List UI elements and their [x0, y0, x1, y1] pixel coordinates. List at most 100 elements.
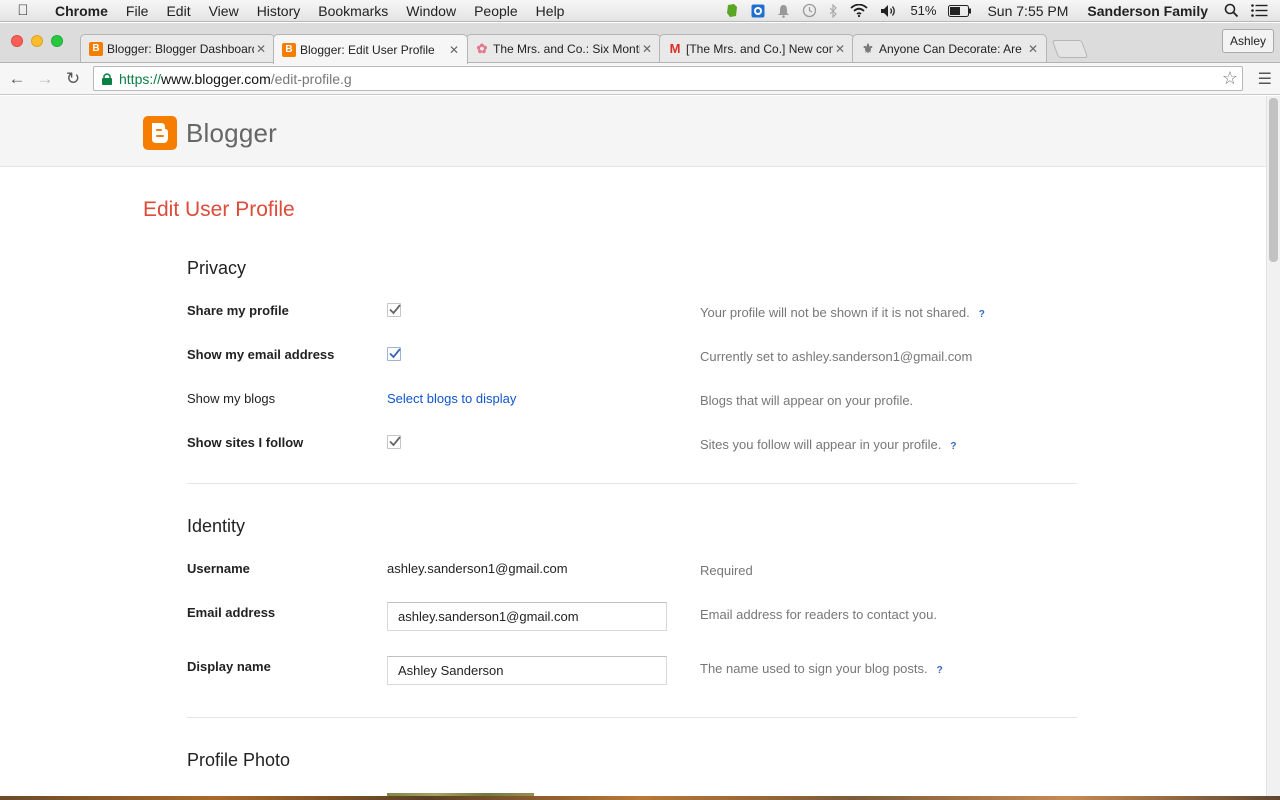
- share-profile-help: Your profile will not be shown if it is …: [700, 305, 985, 320]
- tab-gmail-comment[interactable]: M [The Mrs. and Co.] New comment ✕: [659, 34, 854, 62]
- checkmark-icon: [389, 436, 401, 447]
- page-title: Edit User Profile: [143, 198, 295, 221]
- url-path: /edit-profile.g: [270, 70, 352, 87]
- page-content: Blogger Edit User Profile Privacy Share …: [0, 96, 1266, 800]
- blogger-icon: B: [89, 41, 103, 56]
- teamviewer-icon[interactable]: [745, 4, 771, 18]
- show-sites-help-text: Sites you follow will appear in your pro…: [700, 437, 942, 452]
- forward-arrow-icon[interactable]: →: [31, 69, 59, 89]
- share-profile-help-text: Your profile will not be shown if it is …: [700, 305, 970, 320]
- bluetooth-icon[interactable]: [823, 3, 844, 18]
- desktop-wallpaper: [0, 796, 1280, 800]
- privacy-heading: Privacy: [187, 258, 247, 278]
- tab-blogger-dashboard[interactable]: B Blogger: Blogger Dashboard ✕: [80, 34, 275, 62]
- tab-mrs-and-co[interactable]: ✿ The Mrs. and Co.: Six Months ✕: [466, 34, 661, 62]
- show-sites-checkbox[interactable]: [387, 435, 401, 449]
- email-address-field[interactable]: ashley.sanderson1@gmail.com: [387, 602, 667, 631]
- close-tab-icon[interactable]: ✕: [1026, 42, 1040, 56]
- close-tab-icon[interactable]: ✕: [833, 42, 847, 56]
- address-bar[interactable]: https://www.blogger.com/edit-profile.g ☆: [93, 66, 1243, 91]
- blogger-header: Blogger: [0, 96, 1266, 167]
- tab-title: [The Mrs. and Co.] New comment: [686, 41, 833, 56]
- checkmark-icon: [389, 304, 401, 315]
- tab-title: Blogger: Edit User Profile: [300, 42, 435, 57]
- evernote-icon[interactable]: [719, 3, 745, 18]
- show-sites-label: Show sites I follow: [187, 435, 304, 450]
- time-machine-icon[interactable]: [796, 3, 823, 18]
- section-divider: [187, 717, 1077, 718]
- url-scheme: https://: [119, 70, 162, 87]
- menu-bookmarks[interactable]: Bookmarks: [309, 0, 397, 22]
- menubar-user[interactable]: Sanderson Family: [1077, 3, 1218, 19]
- spotlight-search-icon[interactable]: [1218, 3, 1245, 18]
- hamburger-menu-icon[interactable]: ☰: [1258, 69, 1272, 89]
- zoom-window-button[interactable]: [51, 35, 63, 47]
- blogger-logo[interactable]: Blogger: [143, 116, 277, 150]
- fleur-de-lis-icon: ⚜: [862, 40, 874, 56]
- notifications-bell-icon[interactable]: [771, 4, 796, 18]
- username-value: ashley.sanderson1@gmail.com: [387, 561, 568, 576]
- share-profile-label: Share my profile: [187, 303, 289, 318]
- show-email-help: Currently set to ashley.sanderson1@gmail…: [700, 349, 973, 364]
- tab-anyone-can-decorate[interactable]: ⚜ Anyone Can Decorate: Are ✕: [852, 34, 1047, 62]
- minimize-window-button[interactable]: [31, 35, 43, 47]
- tab-title: The Mrs. and Co.: Six Months: [493, 41, 640, 56]
- identity-heading: Identity: [187, 516, 246, 536]
- username-help: Required: [700, 563, 753, 578]
- display-name-field[interactable]: Ashley Sanderson: [387, 656, 667, 685]
- back-arrow-icon[interactable]: ←: [3, 69, 31, 89]
- show-email-checkbox[interactable]: [387, 347, 401, 361]
- close-tab-icon[interactable]: ✕: [254, 42, 268, 56]
- checkmark-icon: [389, 348, 401, 359]
- help-question-icon[interactable]: ?: [979, 309, 985, 320]
- menu-history[interactable]: History: [248, 0, 310, 22]
- volume-icon[interactable]: [874, 4, 904, 18]
- window-controls: [11, 35, 63, 47]
- reload-icon[interactable]: ↻: [59, 69, 87, 89]
- profile-photo-heading: Profile Photo: [187, 750, 291, 770]
- menu-view[interactable]: View: [200, 0, 248, 22]
- tab-title: Anyone Can Decorate: Are: [879, 41, 1022, 56]
- battery-icon[interactable]: [942, 4, 978, 17]
- show-email-label: Show my email address: [187, 347, 335, 362]
- menu-help[interactable]: Help: [527, 0, 574, 22]
- help-question-icon[interactable]: ?: [937, 665, 943, 676]
- lock-icon: [102, 72, 112, 85]
- close-window-button[interactable]: [11, 35, 23, 47]
- tab-strip: B Blogger: Blogger Dashboard ✕ B Blogger…: [0, 23, 1280, 64]
- new-tab-button[interactable]: [1051, 40, 1089, 58]
- tab-edit-user-profile[interactable]: B Blogger: Edit User Profile ✕: [273, 34, 468, 64]
- close-tab-icon[interactable]: ✕: [447, 43, 461, 57]
- menubar-clock[interactable]: Sun 7:55 PM: [978, 3, 1077, 19]
- apple-menu-icon[interactable]: : [0, 2, 46, 19]
- wifi-icon[interactable]: [844, 4, 874, 17]
- menu-window[interactable]: Window: [397, 0, 465, 22]
- username-label: Username: [187, 561, 250, 576]
- scrollbar-thumb[interactable]: [1269, 98, 1278, 262]
- email-address-label: Email address: [187, 605, 276, 620]
- menu-bar:  Chrome File Edit View History Bookmark…: [0, 0, 1280, 22]
- bookmark-star-icon[interactable]: ☆: [1222, 68, 1238, 89]
- tab-title: Blogger: Blogger Dashboard: [107, 41, 254, 56]
- flower-icon: ✿: [476, 40, 488, 56]
- url-host: www.blogger.com: [161, 70, 271, 87]
- page-scrollbar[interactable]: [1266, 96, 1280, 800]
- blogger-wordmark: Blogger: [186, 117, 278, 148]
- browser-toolbar: ← → ↻ https://www.blogger.com/edit-profi…: [0, 63, 1280, 95]
- menu-file[interactable]: File: [117, 0, 158, 22]
- share-profile-checkbox[interactable]: [387, 303, 401, 317]
- menu-app-name[interactable]: Chrome: [46, 0, 117, 22]
- battery-percent: 51%: [910, 3, 937, 18]
- show-blogs-help: Blogs that will appear on your profile.: [700, 393, 914, 408]
- notification-center-icon[interactable]: [1245, 4, 1280, 17]
- close-tab-icon[interactable]: ✕: [640, 42, 654, 56]
- display-name-label: Display name: [187, 659, 271, 674]
- menu-edit[interactable]: Edit: [157, 0, 199, 22]
- menu-people[interactable]: People: [465, 0, 527, 22]
- section-divider: [187, 483, 1077, 484]
- display-name-help: The name used to sign your blog posts.?: [700, 661, 943, 676]
- email-address-help: Email address for readers to contact you…: [700, 607, 938, 622]
- help-question-icon[interactable]: ?: [950, 441, 956, 452]
- select-blogs-link[interactable]: Select blogs to display: [387, 391, 516, 406]
- profile-button[interactable]: Ashley: [1221, 29, 1274, 53]
